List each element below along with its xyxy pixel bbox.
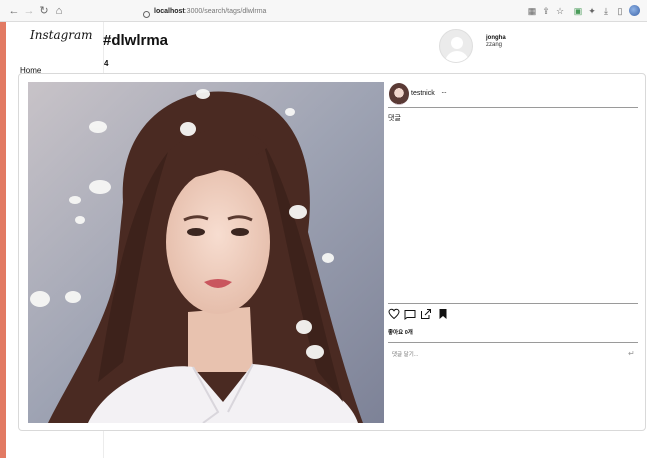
reload-icon[interactable]: ↻ bbox=[38, 5, 50, 17]
instagram-logo[interactable]: Instagram bbox=[30, 28, 93, 42]
forward-icon[interactable]: → bbox=[23, 5, 35, 17]
author-name[interactable]: testnick bbox=[411, 90, 435, 97]
extension-icon[interactable]: ▣ bbox=[573, 6, 583, 16]
home-icon[interactable]: ⌂ bbox=[53, 5, 65, 17]
comment-icon[interactable] bbox=[404, 308, 416, 320]
current-user-subname: zzang bbox=[486, 42, 503, 48]
info-icon[interactable] bbox=[143, 11, 150, 18]
post-modal: testnick ··· 댓글 좋아요 0개 댓글 달기... ↵ bbox=[18, 73, 646, 431]
share-post-icon[interactable] bbox=[420, 308, 432, 320]
avatar[interactable] bbox=[439, 29, 473, 63]
profile-icon[interactable] bbox=[629, 5, 640, 16]
post-actions: 좋아요 0개 ↵ bbox=[388, 303, 638, 423]
translate-icon[interactable]: ▦ bbox=[527, 6, 537, 16]
post-image bbox=[28, 82, 384, 423]
heart-icon[interactable] bbox=[388, 308, 400, 320]
download-icon[interactable]: ⤓ bbox=[601, 6, 611, 16]
url-path: :3000/search/tags/dlwlrma bbox=[184, 8, 267, 15]
bookmark-star-icon[interactable]: ☆ bbox=[555, 6, 565, 16]
post-comment: 댓글 bbox=[388, 115, 401, 122]
browser-toolbar: ← → ↻ ⌂ localhost:3000/search/tags/dlwlr… bbox=[0, 0, 647, 22]
back-icon[interactable]: ← bbox=[8, 5, 20, 17]
share-icon[interactable]: ⇪ bbox=[541, 6, 551, 16]
post-author-row: testnick ··· bbox=[388, 82, 638, 108]
sidepanel-icon[interactable]: ▯ bbox=[615, 6, 625, 16]
address-bar[interactable]: localhost:3000/search/tags/dlwlrma bbox=[70, 4, 520, 19]
comment-input[interactable] bbox=[392, 350, 612, 360]
more-options-icon[interactable]: ··· bbox=[441, 88, 447, 97]
url-host: localhost bbox=[154, 8, 185, 15]
like-count: 좋아요 0개 bbox=[388, 330, 413, 336]
current-user-name[interactable]: jongha bbox=[486, 35, 506, 41]
page-title: #dlwlrma bbox=[103, 32, 169, 49]
bookmark-icon[interactable] bbox=[437, 308, 449, 320]
post-count: 4 bbox=[104, 59, 109, 68]
author-avatar[interactable] bbox=[389, 83, 409, 105]
comment-box: ↵ bbox=[388, 342, 638, 364]
post-details: testnick ··· 댓글 좋아요 0개 댓글 달기... ↵ bbox=[388, 82, 638, 423]
puzzle-icon[interactable]: ✦ bbox=[587, 6, 597, 16]
enter-icon[interactable]: ↵ bbox=[628, 349, 635, 358]
page: Instagram Home #dlwlrma 4 jongha zzang t… bbox=[6, 22, 647, 458]
